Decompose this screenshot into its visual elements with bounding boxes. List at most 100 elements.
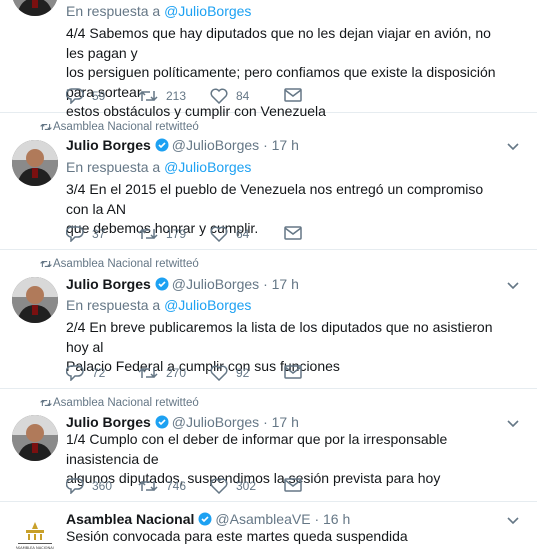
tweet[interactable]: Asamblea Nacional retwitteó Julio Borges… [0,250,537,389]
retweet-icon [138,367,158,379]
timestamp[interactable]: 17 h [272,276,299,292]
retweet-icon [138,228,158,240]
like-button[interactable]: 84 [210,88,249,104]
reply-icon [66,226,84,242]
tweet[interactable]: En respuesta a @JulioBorges 4/4 Sabemos … [0,0,537,119]
direct-message-button[interactable] [284,365,310,379]
svg-text:ASAMBLEA NACIONAL: ASAMBLEA NACIONAL [15,546,54,550]
tweet-text-line: 4/4 Sabemos que hay diputados que no les… [66,25,491,61]
direct-message-button[interactable] [284,478,310,492]
reply-prefix: En respuesta a [66,297,161,313]
avatar[interactable] [12,0,58,16]
author-handle[interactable]: @JulioBorges [172,414,259,430]
separator-dot: · [263,276,268,292]
reply-prefix: En respuesta a [66,159,161,175]
verified-badge-icon [155,277,169,291]
author-name[interactable]: Asamblea Nacional [66,511,194,527]
asamblea-logo: ASAMBLEA NACIONAL [12,512,58,558]
reply-count: 72 [92,366,106,380]
reply-icon [66,88,84,104]
avatar[interactable] [12,277,58,323]
author-handle[interactable]: @JulioBorges [172,276,259,292]
tweet-text-line: 2/4 En breve publicaremos la lista de lo… [66,319,493,355]
tweet[interactable]: Asamblea Nacional retwitteó Julio Borges… [0,113,537,250]
like-button[interactable]: 64 [210,226,249,242]
reply-count: 360 [92,479,113,493]
chevron-down-icon[interactable] [507,420,519,428]
chevron-down-icon[interactable] [507,517,519,525]
timeline-feed: En respuesta a @JulioBorges 4/4 Sabemos … [0,0,537,558]
like-count: 92 [236,366,250,380]
like-icon [210,88,228,104]
reply-button[interactable]: 59 [66,88,105,104]
timestamp[interactable]: 17 h [272,137,299,153]
tweet-header: Julio Borges @JulioBorges · 17 h [66,276,299,292]
timestamp[interactable]: 17 h [272,414,299,430]
author-handle[interactable]: @JulioBorges [172,137,259,153]
chevron-down-icon[interactable] [507,143,519,151]
reply-icon [66,478,84,494]
author-name[interactable]: Julio Borges [66,414,151,430]
author-name[interactable]: Julio Borges [66,276,151,292]
tweet-text: Sesión convocada para este martes queda … [66,527,506,547]
reply-handle-link[interactable]: @JulioBorges [164,159,251,175]
direct-message-icon [284,478,302,492]
chevron-down-icon[interactable] [507,282,519,290]
reply-button[interactable]: 360 [66,478,112,494]
retweet-icon [138,480,158,492]
tweet-header: Julio Borges @JulioBorges · 17 h [66,414,299,430]
retweet-button[interactable]: 213 [138,88,186,104]
retweet-count: 746 [166,479,187,493]
verified-badge-icon [155,138,169,152]
tweet-header: Julio Borges @JulioBorges · 17 h [66,137,299,153]
retweet-count: 270 [166,366,187,380]
reply-handle-link[interactable]: @JulioBorges [164,3,251,19]
author-handle[interactable]: @AsambleaVE [215,511,310,527]
tweet-text-line: 1/4 Cumplo con el deber de informar que … [66,431,448,467]
retweet-icon [138,90,158,102]
retweet-button[interactable]: 270 [138,365,186,381]
avatar[interactable]: ASAMBLEA NACIONAL [12,512,58,558]
retweeted-by-label: Asamblea Nacional retwitteó [53,258,199,270]
retweet-button[interactable]: 179 [138,226,186,242]
like-count: 64 [236,227,250,241]
verified-badge-icon [198,512,212,526]
direct-message-icon [284,226,302,240]
reply-icon [66,365,84,381]
retweet-icon [40,123,52,131]
separator-dot: · [314,511,320,527]
avatar[interactable] [12,415,58,461]
reply-handle-link[interactable]: @JulioBorges [164,297,251,313]
separator-dot: · [263,137,268,153]
direct-message-icon [284,88,302,102]
reply-count: 59 [92,89,106,103]
tweet-actions: 37 179 64 [66,226,366,244]
like-count: 302 [236,479,257,493]
tweet[interactable]: Asamblea Nacional retwitteó Julio Borges… [0,389,537,502]
retweet-icon [40,399,52,407]
verified-badge-icon [155,415,169,429]
reply-button[interactable]: 72 [66,365,105,381]
tweet-text-line: Sesión convocada para este martes queda … [66,528,408,544]
retweet-button[interactable]: 746 [138,478,186,494]
like-button[interactable]: 302 [210,478,256,494]
tweet-actions: 360 746 302 [66,478,366,496]
separator-dot: · [263,414,268,430]
avatar[interactable] [12,140,58,186]
reply-context: En respuesta a @JulioBorges [66,3,251,19]
reply-prefix: En respuesta a [66,3,161,19]
direct-message-button[interactable] [284,88,310,102]
reply-count: 37 [92,227,106,241]
retweet-count: 179 [166,227,187,241]
tweet-actions: 72 270 92 [66,365,366,383]
reply-context: En respuesta a @JulioBorges [66,297,251,313]
tweet[interactable]: ASAMBLEA NACIONAL Asamblea Nacional @Asam… [0,502,537,558]
like-count: 84 [236,89,250,103]
retweeted-by-label: Asamblea Nacional retwitteó [53,397,199,409]
reply-button[interactable]: 37 [66,226,105,242]
direct-message-button[interactable] [284,226,310,240]
like-button[interactable]: 92 [210,365,249,381]
tweet-text: 4/4 Sabemos que hay diputados que no les… [66,24,506,122]
author-name[interactable]: Julio Borges [66,137,151,153]
timestamp[interactable]: 16 h [323,511,350,527]
